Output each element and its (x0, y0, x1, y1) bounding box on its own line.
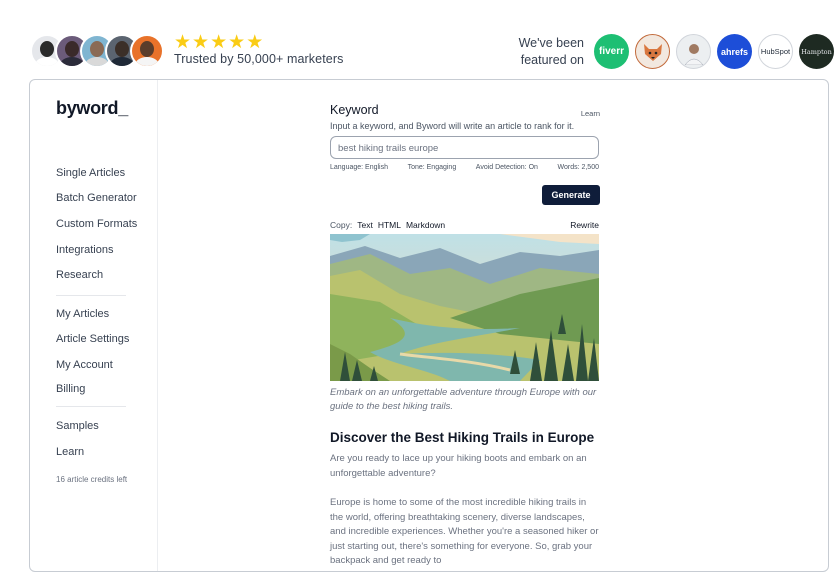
fiverr-logo: fiverr (594, 34, 629, 69)
copy-label: Copy: (330, 220, 353, 230)
image-caption: Embark on an unforgettable adventure thr… (330, 387, 597, 412)
sidebar-item-my-account[interactable]: My Account (56, 359, 113, 371)
sidebar: byword_ Single Articles Batch Generator … (30, 80, 158, 571)
keyword-title: Keyword (330, 103, 379, 117)
avatar (130, 34, 164, 68)
language-option[interactable]: Language: English (330, 164, 388, 171)
sidebar-item-article-settings[interactable]: Article Settings (56, 333, 129, 345)
brand-logo[interactable]: byword_ (56, 98, 128, 119)
app-window: byword_ Single Articles Batch Generator … (29, 79, 829, 572)
sidebar-item-custom-formats[interactable]: Custom Formats (56, 218, 137, 230)
sidebar-item-billing[interactable]: Billing (56, 383, 85, 395)
sidebar-item-single-articles[interactable]: Single Articles (56, 167, 125, 179)
rating-stars: ★ ★ ★ ★ ★ (174, 32, 264, 53)
keyword-input[interactable]: best hiking trails europe (330, 136, 599, 159)
sidebar-item-research[interactable]: Research (56, 269, 103, 281)
star-icon: ★ (210, 32, 228, 53)
hampton-logo: Hampton (799, 34, 834, 69)
customer-avatars (30, 34, 164, 68)
copy-text-button[interactable]: Text (357, 220, 373, 230)
star-icon: ★ (192, 32, 210, 53)
article-hero-image (330, 234, 599, 381)
tone-option[interactable]: Tone: Engaging (408, 164, 457, 171)
sidebar-item-learn[interactable]: Learn (56, 446, 84, 458)
learn-link[interactable]: Learn (581, 109, 600, 118)
star-icon: ★ (246, 32, 264, 53)
article-paragraph: Europe is home to some of the most incre… (330, 497, 599, 566)
copy-toolbar: Copy: Text HTML Markdown Rewrite (330, 220, 599, 230)
copy-html-button[interactable]: HTML (378, 220, 401, 230)
words-option[interactable]: Words: 2,500 (557, 164, 599, 171)
copy-markdown-button[interactable]: Markdown (406, 220, 445, 230)
generate-button[interactable]: Generate (542, 185, 600, 205)
sidebar-item-integrations[interactable]: Integrations (56, 244, 113, 256)
sidebar-item-samples[interactable]: Samples (56, 420, 99, 432)
featured-label-line2: featured on (520, 53, 584, 67)
article-paragraph: Are you ready to lace up your hiking boo… (330, 453, 587, 479)
article-options: Language: English Tone: Engaging Avoid D… (330, 164, 599, 171)
hubspot-logo: HubSpot (758, 34, 793, 69)
sidebar-item-batch-generator[interactable]: Batch Generator (56, 192, 137, 204)
sidebar-item-my-articles[interactable]: My Articles (56, 308, 109, 320)
sidebar-divider (56, 406, 126, 407)
fox-logo (635, 34, 670, 69)
star-icon: ★ (174, 32, 192, 53)
ahrefs-logo: ahrefs (717, 34, 752, 69)
article-heading: Discover the Best Hiking Trails in Europ… (330, 430, 595, 445)
featured-label: We've been featured on (516, 35, 584, 69)
sidebar-divider (56, 295, 126, 296)
trusted-text: Trusted by 50,000+ marketers (174, 52, 344, 66)
keyword-description: Input a keyword, and Byword will write a… (330, 121, 575, 131)
featured-label-line1: We've been (518, 36, 584, 50)
featured-logos: fiverr ahrefs HubSpot Hampton (594, 34, 834, 69)
credits-remaining: 16 article credits left (56, 475, 128, 484)
rewrite-button[interactable]: Rewrite (570, 220, 599, 230)
detection-option[interactable]: Avoid Detection: On (476, 164, 538, 171)
person-logo (676, 34, 711, 69)
star-icon: ★ (228, 32, 246, 53)
